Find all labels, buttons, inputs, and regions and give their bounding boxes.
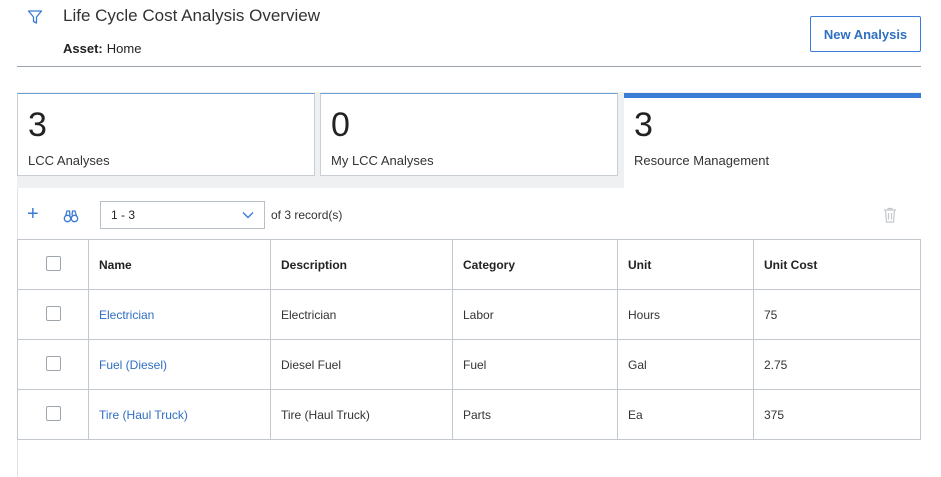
trash-icon[interactable]: [883, 207, 897, 223]
tile-count: 0: [331, 106, 350, 144]
asset-label: Asset:: [63, 41, 103, 56]
page-header: Life Cycle Cost Analysis Overview Asset:…: [0, 0, 941, 67]
cell-name: Tire (Haul Truck): [88, 389, 271, 440]
row-select-cell: [17, 289, 89, 340]
column-header-category[interactable]: Category: [452, 239, 618, 290]
resource-name-link[interactable]: Electrician: [99, 308, 154, 322]
cell-unit: Hours: [617, 289, 754, 340]
page-range-select[interactable]: 1 - 3: [100, 201, 265, 229]
record-count: of 3 record(s): [271, 208, 343, 222]
table-header-row: Name Description Category Unit Unit Cost: [17, 239, 921, 290]
row-select-cell: [17, 389, 89, 440]
resource-table: Name Description Category Unit Unit Cost…: [17, 239, 921, 440]
tile-label: LCC Analyses: [28, 153, 110, 168]
cell-category: Fuel: [452, 339, 618, 390]
binoculars-icon[interactable]: [63, 208, 79, 224]
row-select-cell: [17, 339, 89, 390]
column-header-unit[interactable]: Unit: [617, 239, 754, 290]
tile-label: Resource Management: [634, 153, 770, 168]
resource-name-link[interactable]: Fuel (Diesel): [99, 358, 167, 372]
table-row: Tire (Haul Truck) Tire (Haul Truck) Part…: [17, 389, 921, 440]
asset-value: Home: [106, 41, 142, 56]
cell-unit: Gal: [617, 339, 754, 390]
select-all-cell: [17, 239, 89, 290]
page-range-value: 1 - 3: [111, 208, 136, 222]
column-header-name[interactable]: Name: [88, 239, 271, 290]
grid-toolbar: + 1 - 3 of 3 record(s): [17, 200, 921, 232]
tile-my-lcc-analyses[interactable]: 0 My LCC Analyses: [320, 93, 618, 176]
resource-name-link[interactable]: Tire (Haul Truck): [99, 408, 188, 422]
table-row: Electrician Electrician Labor Hours 75: [17, 289, 921, 340]
tile-count: 3: [28, 106, 47, 144]
cell-description: Electrician: [270, 289, 453, 340]
chevron-down-icon: [242, 212, 254, 219]
plus-icon[interactable]: +: [27, 204, 39, 224]
cell-name: Fuel (Diesel): [88, 339, 271, 390]
new-analysis-button[interactable]: New Analysis: [810, 16, 921, 52]
table-row: Fuel (Diesel) Diesel Fuel Fuel Gal 2.75: [17, 339, 921, 390]
cell-category: Parts: [452, 389, 618, 440]
select-all-checkbox[interactable]: [45, 255, 61, 271]
tile-label: My LCC Analyses: [331, 153, 434, 168]
tile-resource-management[interactable]: 3 Resource Management: [624, 93, 921, 188]
tile-lcc-analyses[interactable]: 3 LCC Analyses: [17, 93, 315, 176]
cell-description: Tire (Haul Truck): [270, 389, 453, 440]
cell-category: Labor: [452, 289, 618, 340]
cell-unit: Ea: [617, 389, 754, 440]
row-checkbox[interactable]: [45, 405, 61, 421]
cell-unit-cost: 75: [753, 289, 921, 340]
column-header-unit-cost[interactable]: Unit Cost: [753, 239, 921, 290]
cell-description: Diesel Fuel: [270, 339, 453, 390]
filter-icon[interactable]: [27, 9, 43, 25]
header-divider: [17, 66, 921, 67]
cell-unit-cost: 375: [753, 389, 921, 440]
page-title: Life Cycle Cost Analysis Overview: [63, 6, 320, 25]
asset-breadcrumb: Asset: Home: [63, 41, 141, 56]
row-checkbox[interactable]: [45, 355, 61, 371]
cell-unit-cost: 2.75: [753, 339, 921, 390]
cell-name: Electrician: [88, 289, 271, 340]
column-header-description[interactable]: Description: [270, 239, 453, 290]
tile-count: 3: [634, 106, 653, 144]
row-checkbox[interactable]: [45, 305, 61, 321]
